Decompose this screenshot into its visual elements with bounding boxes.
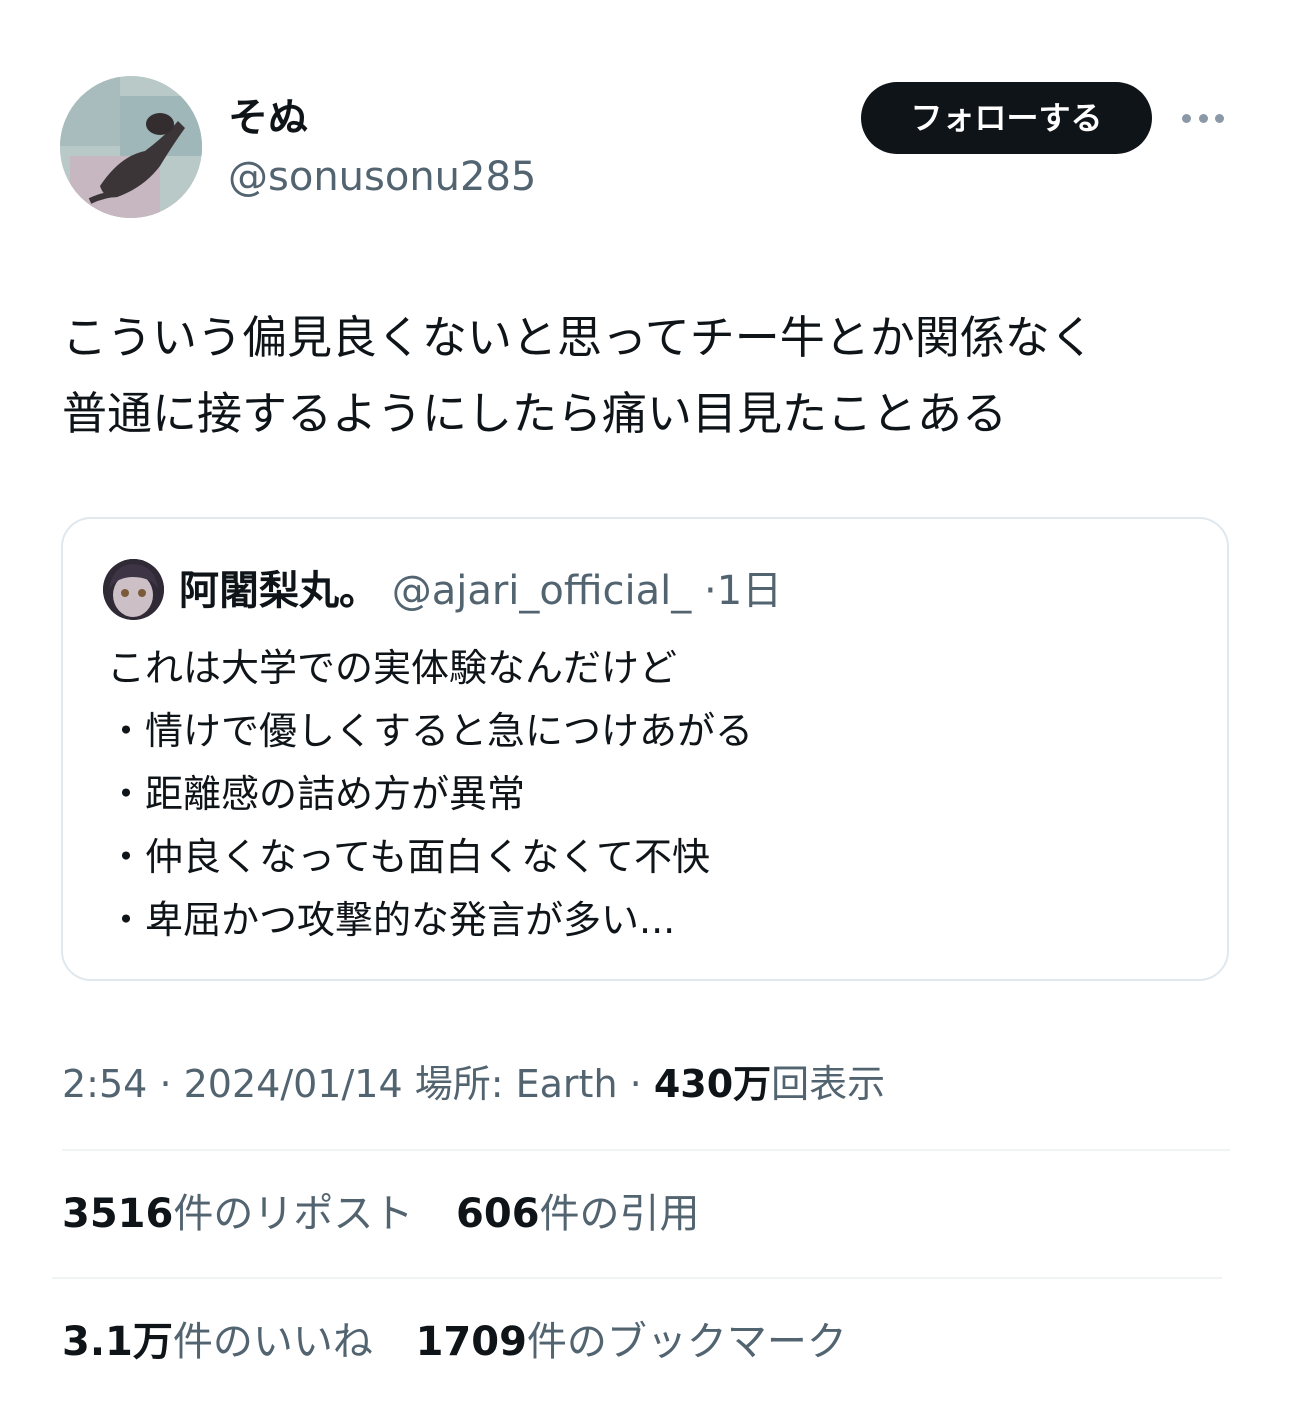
reposts-label: 件のリポスト	[173, 1191, 414, 1237]
stats-row-reposts: 3516件のリポスト 606件の引用	[62, 1188, 730, 1240]
quotes-link[interactable]: 606件の引用	[456, 1188, 700, 1240]
divider	[52, 1277, 1222, 1279]
likes-label: 件のいいね	[172, 1319, 373, 1365]
reposts-link[interactable]: 3516件のリポスト	[62, 1188, 413, 1240]
bookmarks-label: 件のブックマーク	[526, 1319, 847, 1365]
quote-author-handle[interactable]: @ajari_official_	[392, 568, 692, 614]
more-dot	[1215, 113, 1224, 123]
cat-photo-icon	[60, 76, 202, 218]
quote-text-line: これは大学での実体験なんだけど	[107, 646, 678, 690]
tweet-location: 場所: Earth	[414, 1062, 618, 1106]
stats-row-likes: 3.1万件のいいね 1709件のブックマーク	[62, 1316, 877, 1368]
quote-text-line: ・仲良くなっても面白くなくて不快	[107, 835, 711, 879]
quotes-count: 606	[456, 1191, 540, 1237]
quote-text-line: ・情けで優しくすると急につけあがる	[107, 709, 754, 753]
quoted-tweet-card[interactable]: 阿闍梨丸。 @ajari_official_ ·1日 これは大学での実体験なんだ…	[61, 517, 1229, 981]
quote-separator: ·	[704, 568, 717, 614]
bookmarks-count: 1709	[415, 1319, 527, 1365]
author-avatar[interactable]	[60, 76, 202, 218]
author-display-name[interactable]: そぬ	[228, 94, 308, 142]
likes-link[interactable]: 3.1万件のいいね	[62, 1316, 373, 1368]
quote-text: これは大学での実体験なんだけど ・情けで優しくすると急につけあがる ・距離感の詰…	[107, 637, 1207, 952]
quote-text-line: ・卑屈かつ攻撃的な発言が多い...	[107, 898, 676, 942]
tweet-text: こういう偏見良くないと思ってチー牛とか関係なく 普通に接するようにしたら痛い目見…	[62, 300, 1232, 452]
quote-avatar[interactable]	[103, 559, 164, 620]
views-count: 430万	[653, 1062, 772, 1106]
quotes-label: 件の引用	[539, 1191, 700, 1237]
quote-header: 阿闍梨丸。 @ajari_official_ ·1日	[179, 565, 782, 617]
author-handle[interactable]: @sonusonu285	[228, 153, 536, 201]
more-icon[interactable]	[1178, 100, 1228, 136]
tweet-text-line: 普通に接するようにしたら痛い目見たことある	[62, 387, 1008, 440]
more-dot	[1182, 113, 1191, 123]
views-label: 回表示	[771, 1062, 886, 1106]
meta-separator: ·	[629, 1062, 642, 1106]
quote-timestamp[interactable]: 1日	[717, 568, 782, 614]
tweet-time[interactable]: 2:54	[62, 1062, 147, 1106]
meta-separator: ·	[159, 1062, 172, 1106]
tweet-detail: そぬ @sonusonu285 フォローする こういう偏見良くないと思ってチー牛…	[0, 0, 1290, 1401]
quote-text-line: ・距離感の詰め方が異常	[107, 772, 526, 816]
bookmarks-link[interactable]: 1709件のブックマーク	[416, 1316, 847, 1368]
follow-button[interactable]: フォローする	[861, 82, 1152, 154]
tweet-text-line: こういう偏見良くないと思ってチー牛とか関係なく	[62, 311, 1095, 364]
likes-count: 3.1万	[62, 1319, 173, 1365]
quote-author-name[interactable]: 阿闍梨丸。	[179, 568, 379, 614]
tweet-meta: 2:54 · 2024/01/14 場所: Earth · 430万回表示	[62, 1058, 885, 1110]
more-dot	[1198, 113, 1208, 123]
divider	[62, 1149, 1230, 1151]
anime-girl-avatar-icon	[103, 559, 164, 620]
reposts-count: 3516	[62, 1191, 174, 1237]
tweet-date[interactable]: 2024/01/14	[184, 1062, 403, 1106]
